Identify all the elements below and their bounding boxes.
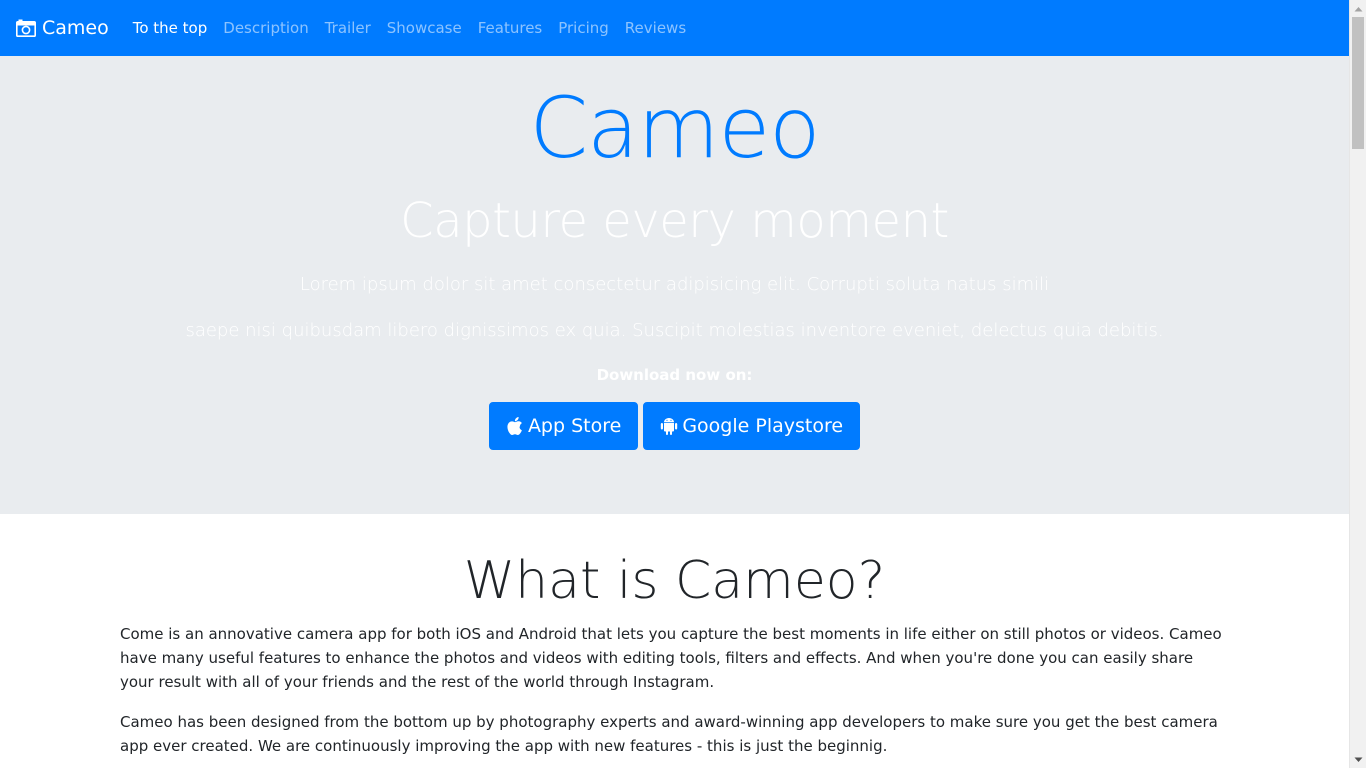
google-playstore-label: Google Playstore (682, 415, 844, 437)
nav-menu: To the top Description Trailer Showcase … (133, 0, 686, 56)
brand-link[interactable]: Cameo (16, 17, 109, 39)
hero-lead-line-2: saepe nisi quibusdam libero dignissimos … (185, 320, 1164, 341)
app-store-button[interactable]: App Store (488, 402, 639, 450)
apple-icon (506, 416, 524, 436)
nav-link-trailer[interactable]: Trailer (325, 19, 371, 37)
nav-link-pricing[interactable]: Pricing (558, 19, 609, 37)
navbar: Cameo To the top Description Trailer Sho… (0, 0, 1349, 56)
android-icon (660, 416, 678, 436)
about-section: What is Cameo? Come is an annovative cam… (0, 514, 1349, 768)
download-buttons: App Store Google Playstore (0, 402, 1349, 450)
brand-label: Cameo (42, 17, 109, 39)
nav-link-reviews[interactable]: Reviews (625, 19, 686, 37)
about-paragraph-2: Cameo has been designed from the bottom … (120, 713, 1218, 755)
about-title: What is Cameo? (463, 551, 886, 611)
page: Cameo To the top Description Trailer Sho… (0, 0, 1366, 768)
hero-title: Cameo (529, 79, 820, 177)
camera-icon (16, 19, 36, 37)
download-label: Download now on: (596, 366, 753, 384)
nav-link-showcase[interactable]: Showcase (387, 19, 462, 37)
scroll-up-arrow-icon[interactable] (1350, 0, 1366, 17)
nav-link-description[interactable]: Description (223, 19, 308, 37)
scroll-down-arrow-icon[interactable] (1350, 751, 1366, 768)
vertical-scrollbar[interactable] (1349, 0, 1366, 768)
nav-link-top[interactable]: To the top (133, 19, 208, 37)
hero-subtitle: Capture every moment (400, 193, 949, 249)
hero-section: Cameo Capture every moment Lorem ipsum d… (0, 56, 1349, 514)
google-playstore-button[interactable]: Google Playstore (643, 402, 861, 450)
app-store-label: App Store (527, 415, 622, 437)
about-paragraph-1: Come is an annovative camera app for bot… (120, 625, 1222, 691)
hero-lead-line-1: Lorem ipsum dolor sit amet consectetur a… (299, 274, 1050, 295)
scrollbar-thumb[interactable] (1352, 17, 1364, 149)
nav-link-features[interactable]: Features (478, 19, 543, 37)
